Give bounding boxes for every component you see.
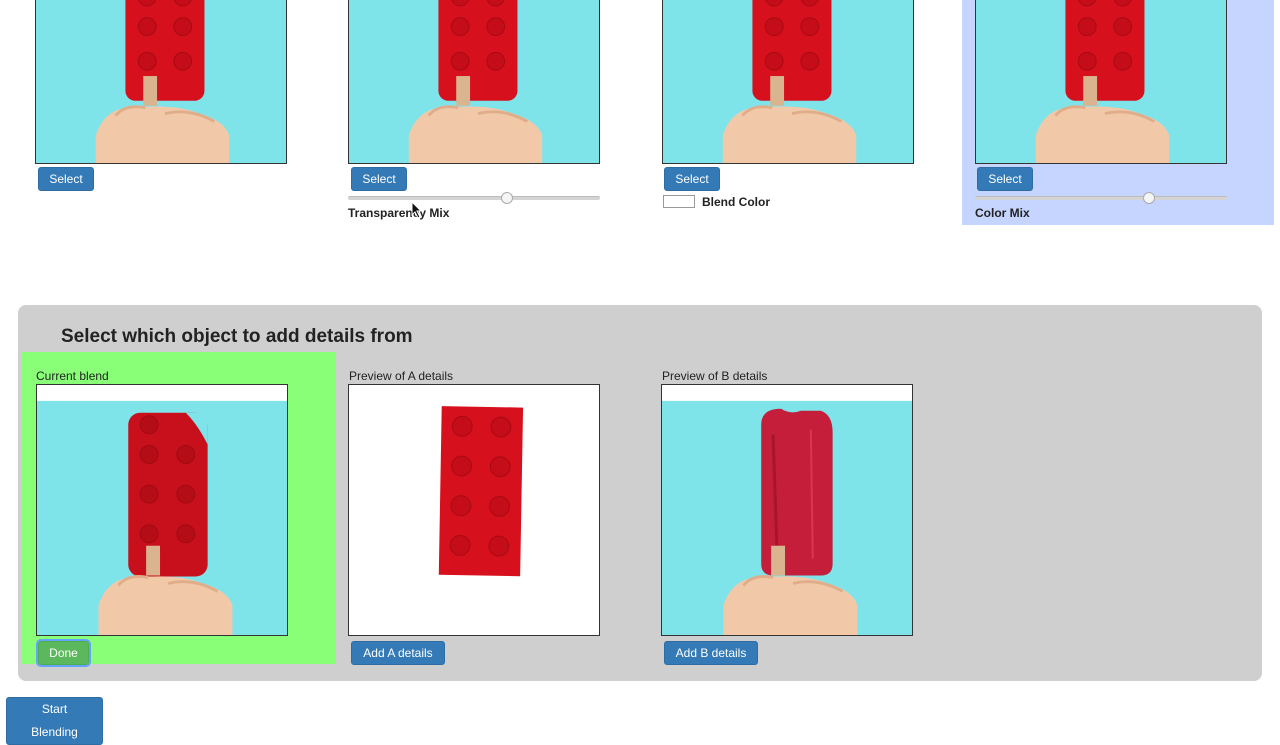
color-mix-slider-thumb[interactable] (1142, 192, 1155, 204)
current-blend-caption: Current blend (36, 369, 109, 383)
transparency-mix-label: Transparency Mix (348, 206, 450, 220)
blend-color-swatch[interactable] (663, 195, 695, 208)
color-mix-slider[interactable] (975, 196, 1227, 200)
blend-option-image-4 (975, 0, 1227, 164)
add-b-details-button[interactable]: Add B details (664, 641, 758, 665)
transparency-mix-slider[interactable] (348, 196, 600, 200)
preview-a-caption: Preview of A details (349, 369, 454, 383)
preview-a-image (348, 384, 600, 636)
color-mix-label: Color Mix (975, 206, 1030, 220)
preview-b-caption: Preview of B details (662, 369, 768, 383)
select-button-1[interactable]: Select (38, 167, 94, 191)
blend-option-image-1 (35, 0, 287, 164)
transparency-mix-slider-thumb[interactable] (500, 192, 513, 204)
blend-option-image-2 (348, 0, 600, 164)
select-button-3[interactable]: Select (664, 167, 720, 191)
details-panel-title: Select which object to add details from (61, 326, 413, 347)
preview-b-image (661, 384, 913, 636)
blend-color-label: Blend Color (702, 195, 770, 209)
done-button[interactable]: Done (36, 639, 91, 667)
start-blending-button[interactable]: Start Blending (6, 697, 103, 745)
select-button-2[interactable]: Select (351, 167, 407, 191)
mouse-cursor-icon (411, 201, 423, 219)
current-blend-image (36, 384, 288, 636)
blend-option-image-3 (662, 0, 914, 164)
select-button-4[interactable]: Select (977, 167, 1033, 191)
add-a-details-button[interactable]: Add A details (351, 641, 445, 665)
